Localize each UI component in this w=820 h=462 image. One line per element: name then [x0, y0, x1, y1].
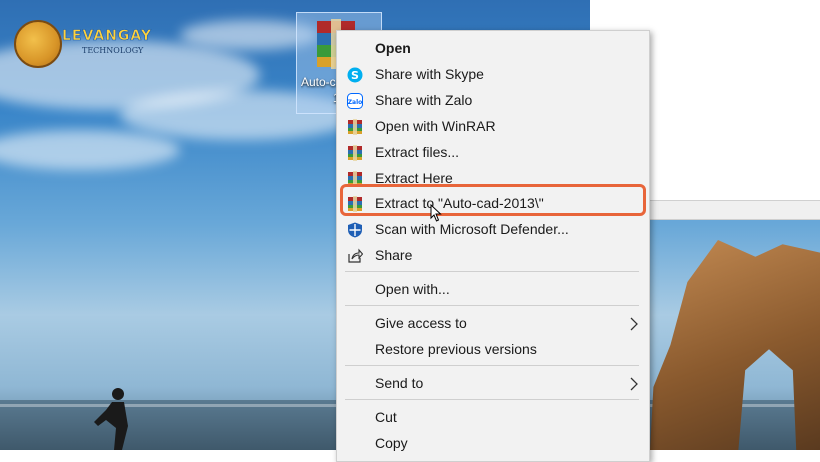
highlight-box — [340, 184, 646, 216]
menu-item-label: Restore previous versions — [375, 341, 537, 357]
menu-separator — [345, 271, 639, 272]
menu-item-label: Give access to — [375, 315, 467, 331]
share-icon — [348, 248, 363, 263]
chevron-right-icon — [630, 317, 638, 331]
menu-item-label: Open — [375, 40, 411, 56]
menu-separator — [345, 365, 639, 366]
skype-icon: S — [347, 67, 363, 83]
menu-separator — [345, 399, 639, 400]
menu-item-open-with[interactable]: Open with... — [337, 278, 649, 302]
menu-item-label: Extract files... — [375, 144, 460, 160]
context-menu: Open S Share with Skype Zalo Share with … — [336, 30, 650, 462]
runner-silhouette — [94, 388, 128, 450]
mouse-cursor-icon — [430, 204, 442, 222]
menu-item-label: Open with WinRAR — [375, 118, 496, 134]
logo-subtitle: TECHNOLOGY — [82, 46, 144, 55]
menu-item-copy[interactable]: Copy — [337, 432, 649, 456]
menu-item-share-skype[interactable]: S Share with Skype — [337, 63, 649, 87]
svg-text:S: S — [351, 69, 359, 82]
menu-item-extract-files[interactable]: Extract files... — [337, 141, 649, 165]
menu-item-cut[interactable]: Cut — [337, 406, 649, 430]
menu-item-give-access[interactable]: Give access to — [337, 312, 649, 336]
chevron-right-icon — [630, 377, 638, 391]
winrar-icon — [348, 145, 362, 161]
menu-item-label: Open with... — [375, 281, 450, 297]
menu-item-open-winrar[interactable]: Open with WinRAR — [337, 115, 649, 139]
menu-item-label: Copy — [375, 435, 408, 451]
winrar-icon — [348, 119, 362, 135]
menu-item-label: Cut — [375, 409, 397, 425]
channel-logo: LEVANGAY TECHNOLOGY — [14, 20, 174, 68]
menu-item-label: Share with Zalo — [375, 92, 473, 108]
menu-item-open[interactable]: Open — [337, 37, 649, 61]
menu-item-label: Share with Skype — [375, 66, 484, 82]
zalo-icon: Zalo — [347, 93, 363, 109]
mascot-icon — [14, 20, 62, 68]
logo-title: LEVANGAY — [62, 28, 153, 45]
svg-text:Zalo: Zalo — [348, 99, 363, 106]
menu-item-share[interactable]: Share — [337, 244, 649, 268]
menu-item-label: Send to — [375, 375, 424, 391]
menu-item-send-to[interactable]: Send to — [337, 372, 649, 396]
defender-shield-icon — [348, 222, 362, 238]
menu-item-label: Share — [375, 247, 413, 263]
menu-item-label: Scan with Microsoft Defender... — [375, 221, 569, 237]
menu-item-share-zalo[interactable]: Zalo Share with Zalo — [337, 89, 649, 113]
menu-item-scan-defender[interactable]: Scan with Microsoft Defender... — [337, 218, 649, 242]
menu-separator — [345, 305, 639, 306]
menu-item-restore-versions[interactable]: Restore previous versions — [337, 338, 649, 362]
